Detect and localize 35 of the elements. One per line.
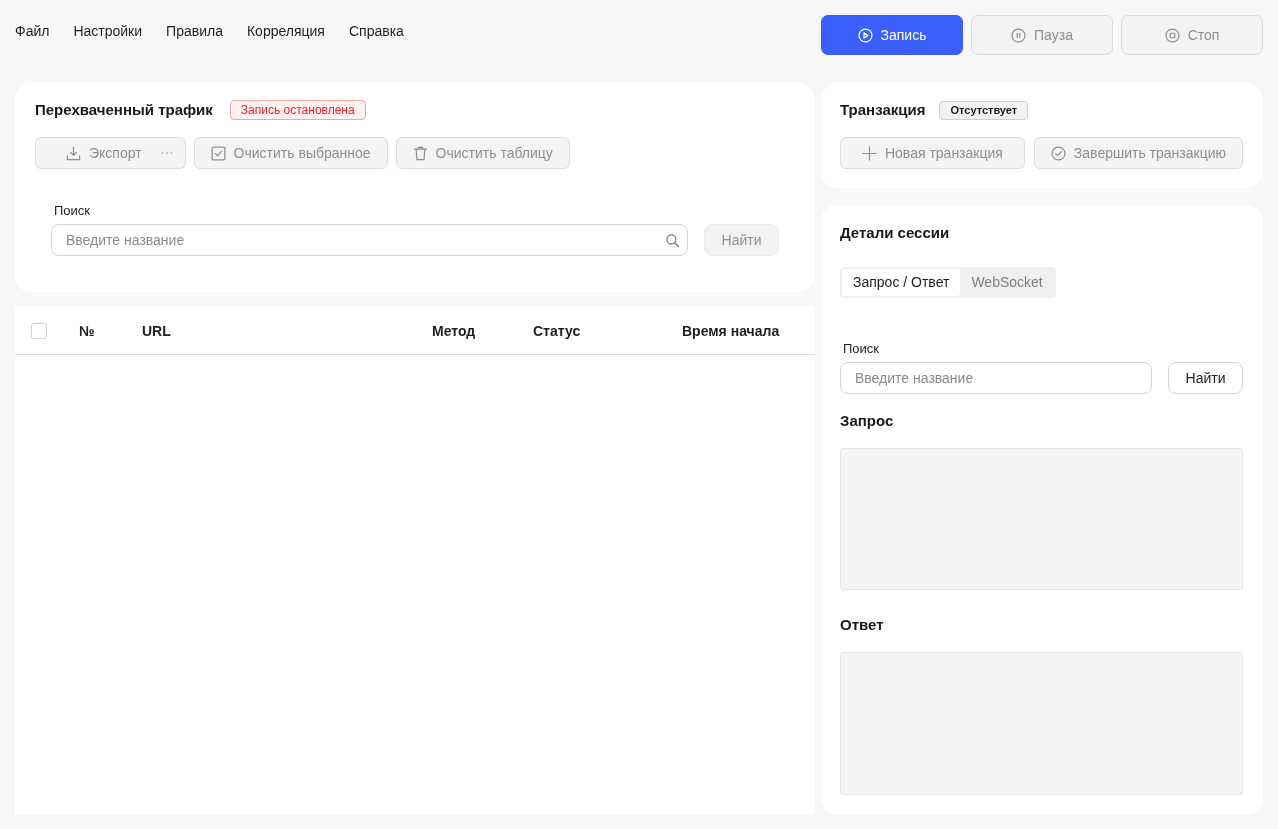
trash-icon (412, 145, 428, 161)
select-all-checkbox[interactable] (31, 322, 47, 339)
column-header[interactable]: Время начала (682, 322, 780, 339)
checked-square-icon (210, 145, 226, 161)
play-circle-icon (857, 27, 873, 43)
check-circle-icon (1050, 145, 1066, 161)
menu-item[interactable]: Правила (166, 21, 223, 41)
section-title: Ответ (840, 615, 885, 635)
menu-item[interactable]: Корреляция (246, 21, 325, 41)
status-badge: Отсутствует (939, 100, 1029, 120)
panel-title: Перехваченный трафик (35, 99, 213, 120)
plus-icon (861, 145, 877, 161)
pause-circle-icon (1011, 27, 1027, 43)
menu-item[interactable]: Справка (348, 21, 404, 41)
menu-item[interactable]: Файл (15, 21, 50, 41)
section-title: Запрос (840, 411, 895, 431)
column-header[interactable]: Метод (432, 322, 476, 339)
panel-title: Транзакция (840, 99, 926, 120)
column-header[interactable]: № (79, 322, 95, 339)
search-label: Поиск (843, 341, 881, 357)
column-header[interactable]: Статус (533, 322, 581, 339)
tab[interactable]: Запрос / Ответ (842, 269, 961, 296)
search-icon (665, 233, 680, 248)
tab[interactable]: WebSocket (960, 269, 1054, 296)
status-badge: Запись остановлена (229, 100, 366, 120)
column-header[interactable]: URL (142, 322, 171, 339)
search-field[interactable]: Введите название (840, 362, 1152, 394)
record-button[interactable]: Запись (821, 15, 963, 55)
stop-circle-icon (1164, 27, 1180, 43)
panel-title: Детали сессии (840, 223, 951, 243)
search-field[interactable]: Введите название (51, 224, 688, 256)
search-label: Поиск (54, 203, 92, 219)
menu-item[interactable]: Настройки (73, 21, 143, 41)
find-button[interactable]: Найти (1168, 362, 1243, 394)
download-icon (66, 145, 81, 161)
